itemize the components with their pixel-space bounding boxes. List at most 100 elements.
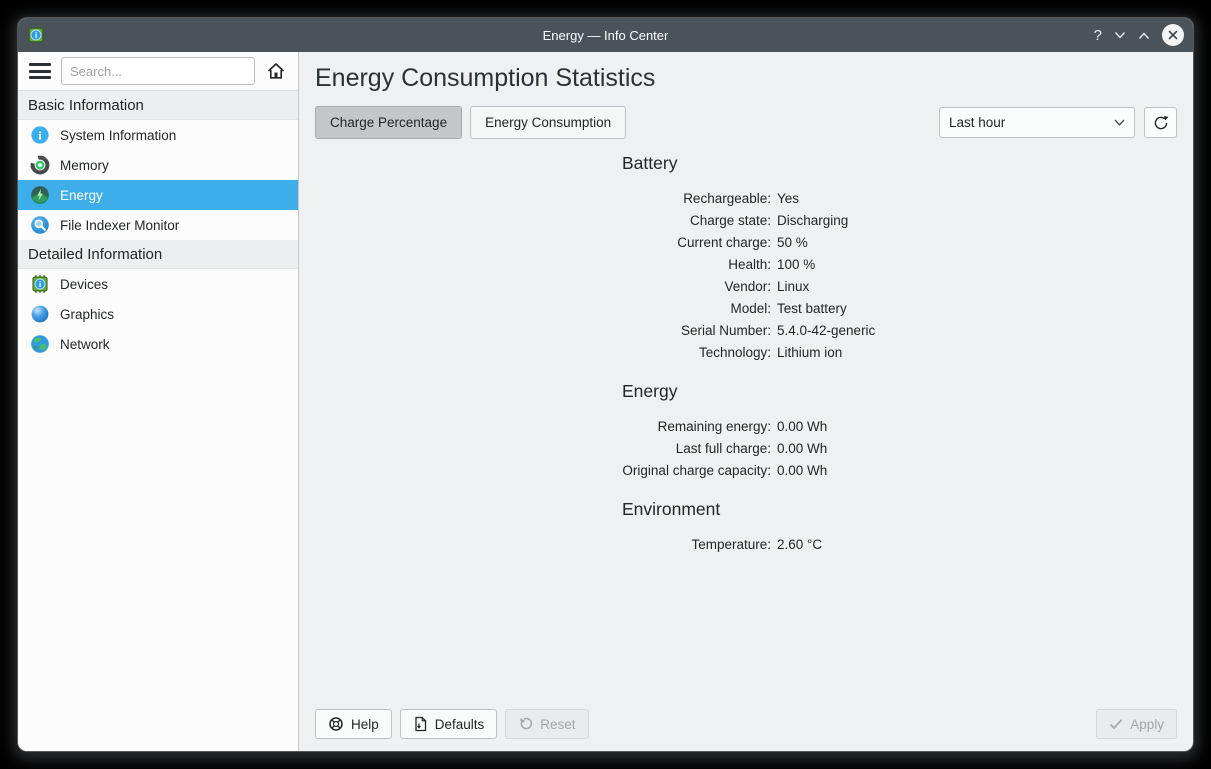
form-row: Health: 100 % <box>315 253 1177 275</box>
view-button-energy-consumption[interactable]: Energy Consumption <box>470 106 626 139</box>
form-label: Last full charge: <box>315 441 771 456</box>
form-value: 100 % <box>777 257 815 272</box>
form-row: Technology: Lithium ion <box>315 341 1177 363</box>
form-label: Rechargeable: <box>315 191 771 206</box>
checkmark-icon <box>1109 718 1123 730</box>
titlebar[interactable]: i Energy — Info Center ? <box>18 18 1193 52</box>
form-row: Vendor: Linux <box>315 275 1177 297</box>
sidebar-item-graphics[interactable]: Graphics <box>18 299 298 329</box>
form-value: 50 % <box>777 235 808 250</box>
form-row: Rechargeable: Yes <box>315 187 1177 209</box>
sidebar-item-memory[interactable]: Memory <box>18 150 298 180</box>
sidebar-item-system-information[interactable]: i System Information <box>18 120 298 150</box>
help-button[interactable]: Help <box>315 709 392 739</box>
period-select-value: Last hour <box>949 115 1005 130</box>
defaults-button[interactable]: Defaults <box>400 709 498 739</box>
refresh-icon <box>1153 115 1169 131</box>
sidebar-search-row <box>18 52 298 91</box>
form-label: Vendor: <box>315 279 771 294</box>
form-label: Temperature: <box>315 537 771 552</box>
form-value: Lithium ion <box>777 345 842 360</box>
defaults-button-label: Defaults <box>435 717 485 732</box>
form-value: 0.00 Wh <box>777 441 827 456</box>
sidebar-item-label: Network <box>60 337 110 352</box>
energy-icon <box>30 185 50 205</box>
section-heading-energy: Energy <box>622 381 1177 402</box>
sidebar-item-devices[interactable]: i Devices <box>18 269 298 299</box>
period-select[interactable]: Last hour <box>939 107 1135 138</box>
devices-chip-icon: i <box>30 274 50 294</box>
help-button-label: Help <box>351 717 379 732</box>
form-content: Battery Rechargeable: Yes Charge state: … <box>315 139 1177 709</box>
sidebar-item-file-indexer-monitor[interactable]: File Indexer Monitor <box>18 210 298 240</box>
form-row: Current charge: 50 % <box>315 231 1177 253</box>
apply-button[interactable]: Apply <box>1096 709 1177 739</box>
sidebar-item-label: Memory <box>60 158 109 173</box>
form-row: Charge state: Discharging <box>315 209 1177 231</box>
file-indexer-icon <box>30 215 50 235</box>
memory-icon <box>30 155 50 175</box>
view-button-charge-percentage[interactable]: Charge Percentage <box>315 106 462 139</box>
form-value: Linux <box>777 279 809 294</box>
form-value: Discharging <box>777 213 848 228</box>
form-row: Remaining energy: 0.00 Wh <box>315 415 1177 437</box>
svg-text:i: i <box>39 279 41 289</box>
sidebar-item-label: Devices <box>60 277 108 292</box>
svg-text:i: i <box>35 30 37 40</box>
apply-button-label: Apply <box>1130 717 1164 732</box>
section-heading-environment: Environment <box>622 499 1177 520</box>
form-value: 2.60 °C <box>777 537 822 552</box>
close-button[interactable] <box>1162 24 1184 46</box>
form-label: Original charge capacity: <box>315 463 771 478</box>
menu-icon[interactable] <box>28 62 52 80</box>
search-input[interactable] <box>61 57 255 85</box>
reset-button[interactable]: Reset <box>505 709 588 739</box>
document-defaults-icon <box>413 716 428 732</box>
refresh-button[interactable] <box>1144 107 1177 138</box>
sidebar-section-detailed-information: Detailed Information <box>18 240 298 269</box>
main-panel: Energy Consumption Statistics Charge Per… <box>299 52 1193 751</box>
sidebar-item-label: Energy <box>60 188 103 203</box>
sidebar-item-energy[interactable]: Energy <box>18 180 298 210</box>
form-label: Health: <box>315 257 771 272</box>
sidebar-item-label: System Information <box>60 128 176 143</box>
form-row: Original charge capacity: 0.00 Wh <box>315 459 1177 481</box>
sidebar-item-network[interactable]: Network <box>18 329 298 359</box>
sidebar-item-label: Graphics <box>60 307 114 322</box>
chevron-down-icon <box>1114 119 1125 126</box>
page-title: Energy Consumption Statistics <box>315 64 1177 93</box>
sidebar-section-basic-information: Basic Information <box>18 91 298 120</box>
home-icon[interactable] <box>264 59 288 83</box>
graphics-sphere-icon <box>30 304 50 324</box>
minimize-button[interactable] <box>1114 31 1126 40</box>
reset-button-label: Reset <box>540 717 575 732</box>
info-center-window: i Energy — Info Center ? <box>18 18 1193 751</box>
network-globe-icon <box>30 334 50 354</box>
system-info-icon: i <box>30 125 50 145</box>
form-value: 0.00 Wh <box>777 463 827 478</box>
titlebar-help-button[interactable]: ? <box>1094 28 1102 43</box>
sidebar: Basic Information i System Information M… <box>18 52 299 751</box>
view-buttons: Charge PercentageEnergy Consumption <box>315 106 634 139</box>
form-label: Remaining energy: <box>315 419 771 434</box>
form-value: 0.00 Wh <box>777 419 827 434</box>
form-row: Serial Number: 5.4.0-42-generic <box>315 319 1177 341</box>
section-heading-battery: Battery <box>622 153 1177 174</box>
footer-toolbar: Help Defaults Reset <box>315 709 1177 739</box>
maximize-button[interactable] <box>1138 31 1150 40</box>
help-icon <box>328 716 344 732</box>
form-label: Model: <box>315 301 771 316</box>
form-value: Test battery <box>777 301 847 316</box>
form-label: Charge state: <box>315 213 771 228</box>
undo-reset-icon <box>518 717 533 732</box>
form-label: Current charge: <box>315 235 771 250</box>
form-row: Temperature: 2.60 °C <box>315 533 1177 555</box>
form-row: Last full charge: 0.00 Wh <box>315 437 1177 459</box>
form-value: 5.4.0-42-generic <box>777 323 875 338</box>
view-toolbar: Charge PercentageEnergy Consumption Last… <box>315 106 1177 139</box>
window-title: Energy — Info Center <box>18 28 1193 43</box>
sidebar-nav: Basic Information i System Information M… <box>18 91 298 751</box>
form-label: Serial Number: <box>315 323 771 338</box>
info-center-app-icon: i <box>27 26 45 44</box>
form-value: Yes <box>777 191 799 206</box>
